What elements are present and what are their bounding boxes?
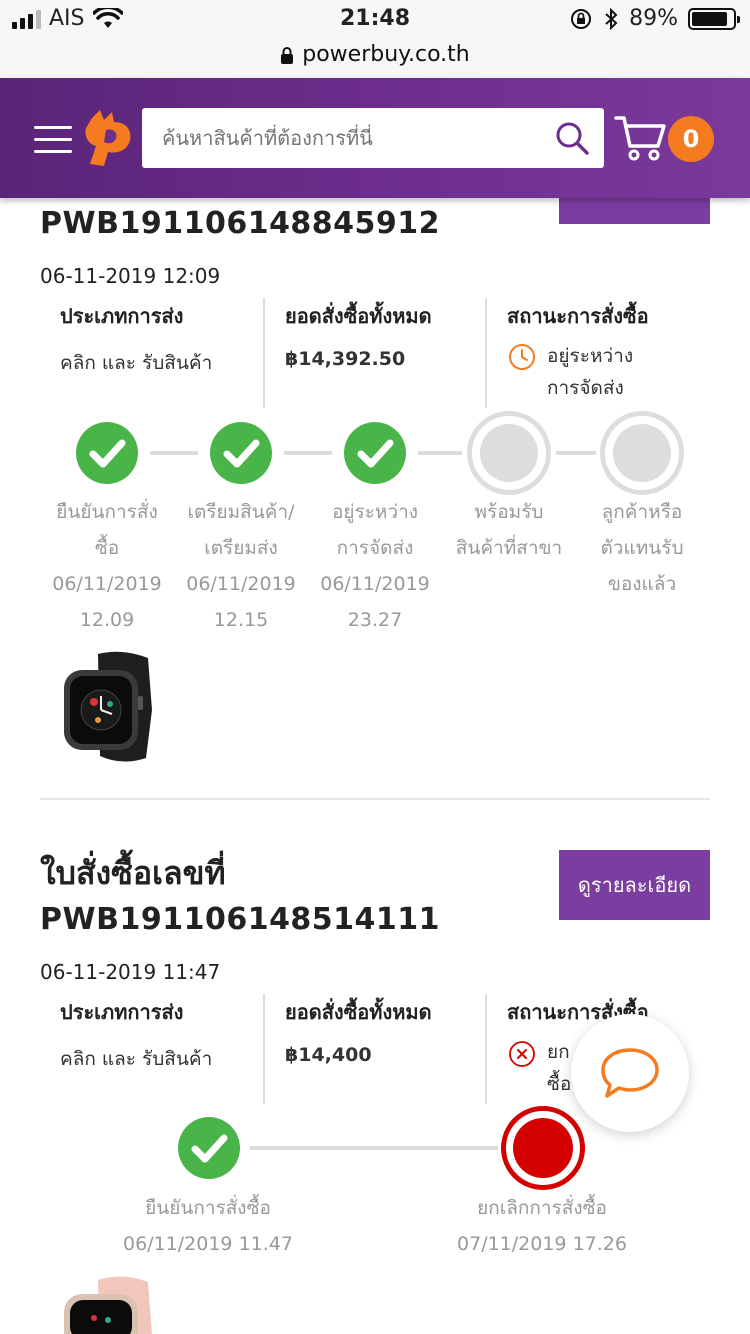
step-connector: [250, 1146, 498, 1150]
step-connector: [150, 451, 198, 455]
delivery-type: ประเภทการส่ง คลิก และ รับสินค้า: [60, 996, 212, 1074]
step-time: 12.15: [213, 609, 269, 631]
step-label-line: ยืนยันการสั่ง: [56, 501, 158, 523]
order-status-value: อยู่ระหว่าง การจัดส่ง: [547, 340, 633, 404]
step-date: 06/11/2019: [52, 573, 162, 595]
order-status: สถานะการสั่งซื้อ: [507, 300, 649, 332]
step-connector: [284, 451, 332, 455]
delivery-type-label: ประเภทการส่ง: [60, 304, 184, 328]
delivery-type-value: คลิก และ รับสินค้า: [60, 352, 213, 374]
step-complete: [344, 422, 406, 484]
step-label: เตรียมสินค้า/ เตรียมส่ง 06/11/2019 12.15: [166, 494, 316, 638]
battery-percent: 89%: [629, 6, 678, 31]
cart-icon[interactable]: [614, 114, 666, 162]
lock-icon: [281, 47, 294, 64]
step-label-line: พร้อมรับ: [474, 501, 544, 523]
order-total-value: ฿14,400: [285, 1044, 372, 1066]
status-line: อยู่ระหว่าง: [547, 345, 634, 367]
step-time: 23.27: [347, 609, 403, 631]
menu-icon[interactable]: [34, 126, 72, 154]
step-pending: [467, 411, 551, 495]
step-label-line: ตัวแทนรับ: [600, 537, 684, 559]
order-date: 06-11-2019 12:09: [40, 264, 221, 288]
order-status-label: สถานะการสั่งซื้อ: [507, 304, 649, 328]
status-bar: AIS 21:48 89%: [0, 0, 750, 40]
search-icon[interactable]: [554, 120, 590, 156]
step-label-line: สินค้าที่สาขา: [455, 537, 563, 559]
bluetooth-icon: [605, 7, 618, 30]
delivery-type: ประเภทการส่ง คลิก และ รับสินค้า: [60, 300, 212, 378]
step-label-line: อยู่ระหว่าง: [331, 501, 419, 523]
step-datetime: 07/11/2019 17.26: [457, 1233, 627, 1255]
step-label-line: ลูกค้าหรือ: [601, 501, 683, 523]
step-complete: [210, 422, 272, 484]
delivery-type-label: ประเภทการส่ง: [60, 1000, 184, 1024]
divider: [263, 994, 265, 1104]
step-label-line: ยกเลิกการสั่งซื้อ: [477, 1197, 607, 1219]
step-label: ยืนยันการสั่ง ซื้อ 06/11/2019 12.09: [32, 494, 182, 638]
battery-icon: [688, 7, 740, 30]
cart-count-badge[interactable]: 0: [668, 116, 714, 162]
step-label: ลูกค้าหรือ ตัวแทนรับ ของแล้ว: [567, 494, 717, 602]
step-label-line: ซื้อ: [94, 537, 120, 559]
status-line: ยก: [547, 1041, 570, 1063]
checkmark-icon: [357, 439, 394, 468]
status-line: การจัดส่ง: [547, 377, 624, 399]
step-time: 12.09: [79, 609, 135, 631]
divider: [485, 298, 487, 408]
step-complete: [178, 1117, 240, 1179]
step-datetime: 06/11/2019 11.47: [123, 1233, 293, 1255]
orientation-lock-icon: [571, 8, 592, 29]
step-date: 06/11/2019: [320, 573, 430, 595]
step-complete: [76, 422, 138, 484]
order-status-value: ยก ซื้อ: [547, 1036, 571, 1100]
checkmark-icon: [191, 1134, 228, 1163]
order-number: PWB191106148845912: [40, 206, 441, 241]
step-label-line: การจัดส่ง: [336, 537, 414, 559]
product-image-watch[interactable]: [58, 1274, 162, 1334]
step-cancelled: [501, 1106, 585, 1190]
divider: [485, 994, 487, 1104]
order-total-label: ยอดสั่งซื้อทั้งหมด: [285, 304, 432, 328]
step-label-line: เตรียมสินค้า/: [187, 501, 295, 523]
step-label-line: ยืนยันการสั่งซื้อ: [145, 1197, 271, 1219]
url-text: powerbuy.co.th: [302, 42, 470, 67]
order-total: ยอดสั่งซื้อทั้งหมด ฿14,400: [285, 996, 432, 1066]
order-total-value: ฿14,392.50: [285, 348, 406, 370]
search-input[interactable]: [162, 122, 542, 154]
clock-icon: [509, 344, 535, 370]
step-label-line: ของแล้ว: [607, 573, 677, 595]
site-header: 0: [0, 78, 750, 198]
step-label: ยืนยันการสั่งซื้อ 06/11/2019 11.47: [92, 1190, 324, 1262]
checkmark-icon: [89, 439, 126, 468]
divider: [263, 298, 265, 408]
step-connector: [418, 451, 462, 455]
order-number: PWB191106148514111: [40, 902, 441, 937]
powerbuy-logo[interactable]: [82, 106, 132, 170]
order-total: ยอดสั่งซื้อทั้งหมด ฿14,392.50: [285, 300, 432, 370]
search-box[interactable]: [142, 108, 604, 168]
step-connector: [556, 451, 596, 455]
order-total-label: ยอดสั่งซื้อทั้งหมด: [285, 1000, 432, 1024]
url-bar[interactable]: powerbuy.co.th: [0, 40, 750, 78]
cancel-icon: [509, 1041, 535, 1067]
step-label-line: เตรียมส่ง: [204, 537, 278, 559]
status-line: ซื้อ: [547, 1073, 572, 1095]
step-label: อยู่ระหว่าง การจัดส่ง 06/11/2019 23.27: [300, 494, 450, 638]
chat-bubble-icon: [601, 1048, 659, 1098]
step-label: ยกเลิกการสั่งซื้อ 07/11/2019 17.26: [426, 1190, 658, 1262]
step-pending: [600, 411, 684, 495]
order-title: ใบสั่งซื้อเลขที่: [40, 854, 226, 892]
step-date: 06/11/2019: [186, 573, 296, 595]
view-details-button[interactable]: ดูรายละเอียด: [559, 850, 710, 920]
delivery-type-value: คลิก และ รับสินค้า: [60, 1048, 213, 1070]
checkmark-icon: [223, 439, 260, 468]
order-date: 06-11-2019 11:47: [40, 960, 221, 984]
product-image-watch[interactable]: [58, 650, 162, 764]
order-divider: [40, 798, 710, 800]
chat-button[interactable]: [571, 1014, 689, 1132]
step-label: พร้อมรับ สินค้าที่สาขา: [434, 494, 584, 566]
